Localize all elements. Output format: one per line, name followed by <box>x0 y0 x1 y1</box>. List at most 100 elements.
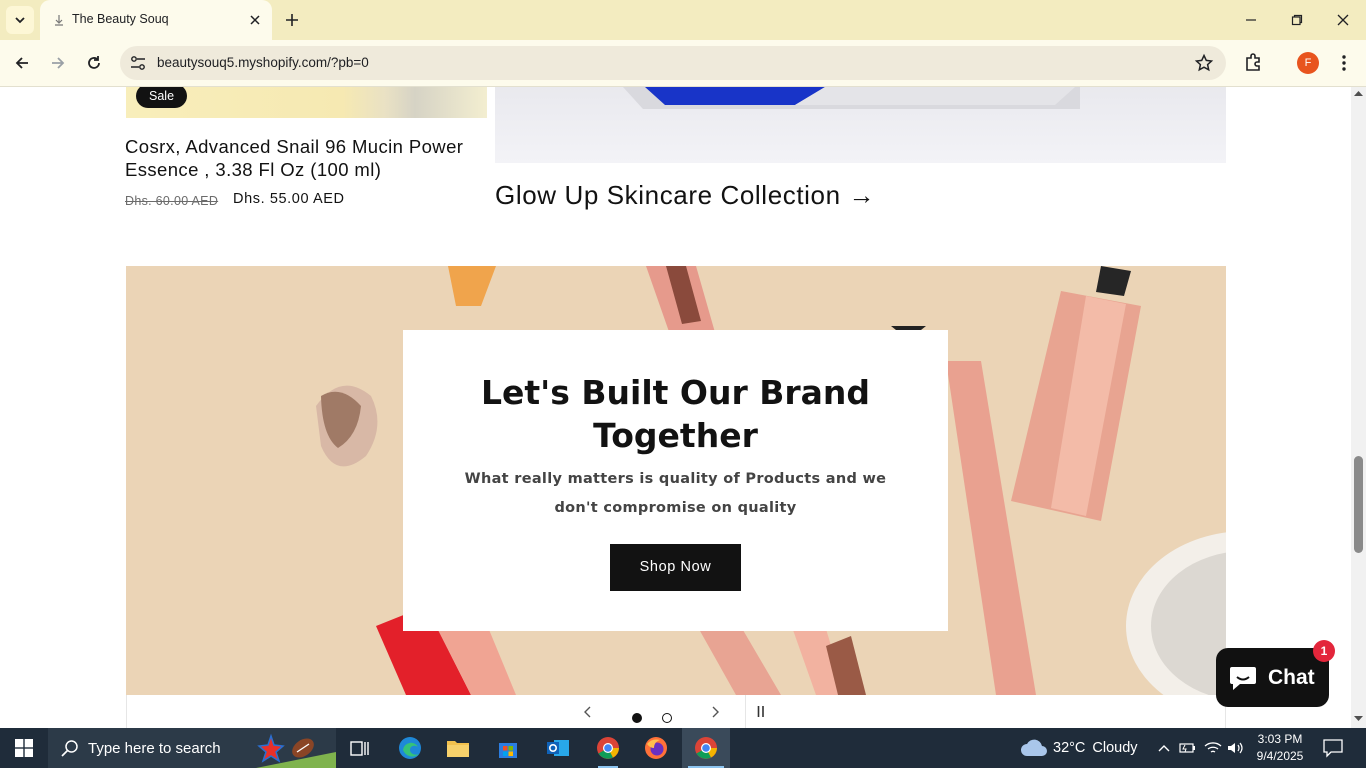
search-placeholder: Type here to search <box>88 740 221 757</box>
shop-now-button[interactable]: Shop Now <box>610 544 741 591</box>
chrome-icon <box>695 737 717 759</box>
page-favicon-icon <box>55 15 63 26</box>
windows-taskbar: Type here to search 32°C Cloudy 3:03 PM … <box>0 728 1366 768</box>
tab-close-button[interactable] <box>246 11 264 29</box>
restore-icon <box>1291 14 1303 26</box>
forward-button[interactable] <box>44 49 72 77</box>
previous-slide-button[interactable] <box>578 702 598 722</box>
volume-button[interactable] <box>1226 738 1246 758</box>
restore-button[interactable] <box>1274 0 1320 40</box>
browser-menu-button[interactable] <box>1334 52 1354 74</box>
battery-button[interactable] <box>1178 738 1198 758</box>
store-icon <box>499 743 517 758</box>
site-settings-icon[interactable] <box>129 54 147 72</box>
football-search-highlight-icon <box>256 733 336 768</box>
plus-icon <box>286 14 298 26</box>
close-window-button[interactable] <box>1320 0 1366 40</box>
browser-tab[interactable]: The Beauty Souq <box>40 0 272 40</box>
chevron-right-icon <box>712 706 719 718</box>
cloud-icon <box>1021 739 1047 756</box>
taskbar-chrome[interactable] <box>584 728 632 768</box>
pause-slideshow-button[interactable] <box>745 695 775 728</box>
task-view-button[interactable] <box>336 728 384 768</box>
page-viewport: Sale Cosrx, Advanced Snail 96 Mucin Powe… <box>0 87 1366 728</box>
tab-title: The Beauty Souq <box>72 12 169 26</box>
minimize-icon <box>1246 19 1256 21</box>
product-title[interactable]: Cosrx, Advanced Snail 96 Mucin Power Ess… <box>125 135 487 181</box>
new-tab-button[interactable] <box>282 10 302 30</box>
tab-strip: The Beauty Souq <box>0 0 1366 40</box>
taskbar-store[interactable] <box>484 728 532 768</box>
collection-link[interactable]: Glow Up Skincare Collection → <box>495 180 875 211</box>
speaker-icon <box>1228 742 1243 754</box>
slideshow-controls <box>126 695 1226 728</box>
taskbar-chrome-active[interactable] <box>682 728 730 768</box>
chevron-up-icon <box>1158 745 1170 752</box>
chat-unread-badge: 1 <box>1313 640 1335 662</box>
taskbar-firefox[interactable] <box>632 728 680 768</box>
task-view-icon <box>350 741 369 756</box>
banner-headline: Let's Built Our Brand Together <box>480 373 871 455</box>
wifi-icon <box>1204 742 1222 753</box>
taskbar-file-explorer[interactable] <box>434 728 482 768</box>
slide-dot-2[interactable] <box>662 713 672 723</box>
scrollbar-thumb[interactable] <box>1354 456 1363 553</box>
tab-search-button[interactable] <box>6 6 34 34</box>
clock-time: 3:03 PM <box>1257 732 1303 746</box>
next-slide-button[interactable] <box>705 702 725 722</box>
search-icon <box>61 740 78 757</box>
outlook-icon <box>547 740 569 756</box>
chevron-down-icon <box>15 17 25 24</box>
reload-button[interactable] <box>80 49 108 77</box>
banner-subtext: What really matters is quality of Produc… <box>464 471 887 516</box>
folder-icon <box>447 741 469 757</box>
address-bar[interactable]: beautysouq5.myshopify.com/?pb=0 <box>120 46 1226 80</box>
more-vertical-icon <box>1342 55 1346 71</box>
bookmark-star-icon[interactable] <box>1194 53 1214 73</box>
sale-badge: Sale <box>136 87 188 108</box>
chat-bubble-icon <box>1230 667 1256 690</box>
slide-dot-1[interactable] <box>632 713 642 723</box>
back-button[interactable] <box>8 49 36 77</box>
close-icon <box>250 15 260 25</box>
taskbar-outlook[interactable] <box>534 728 582 768</box>
weather-description: Cloudy <box>1092 740 1138 756</box>
taskbar-edge[interactable] <box>386 728 434 768</box>
arrow-right-icon <box>52 57 65 69</box>
sale-price: Dhs. 55.00 AED <box>233 191 345 207</box>
reload-icon <box>88 56 100 69</box>
chrome-icon <box>597 737 619 759</box>
hero-banner-slideshow: Let's Built Our Brand Together What real… <box>126 266 1226 695</box>
extensions-puzzle-icon[interactable] <box>1243 51 1265 73</box>
taskbar-clock[interactable]: 3:03 PM 9/4/2025 <box>1252 731 1308 765</box>
minimize-button[interactable] <box>1228 0 1274 40</box>
edge-icon <box>399 737 421 759</box>
windows-logo-icon <box>15 739 33 757</box>
banner-content-box: Let's Built Our Brand Together What real… <box>403 330 948 631</box>
weather-widget[interactable]: 32°C Cloudy <box>1020 728 1138 768</box>
firefox-icon <box>645 737 667 759</box>
product-box-illustration <box>623 87 1080 109</box>
taskbar-search-box[interactable]: Type here to search <box>48 728 336 768</box>
pause-icon <box>757 706 764 717</box>
scroll-up-arrow-icon[interactable] <box>1354 90 1363 97</box>
arrow-left-icon <box>15 57 28 69</box>
show-hidden-icons-button[interactable] <box>1154 738 1174 758</box>
close-icon <box>1337 14 1349 26</box>
notification-center-icon[interactable] <box>1322 738 1344 758</box>
chat-button[interactable]: Chat <box>1216 648 1329 707</box>
collection-image[interactable] <box>495 87 1226 163</box>
weather-temperature: 32°C <box>1053 740 1086 756</box>
regular-price: Dhs. 60.00 AED <box>125 194 219 208</box>
chevron-left-icon <box>584 706 591 718</box>
url-text: beautysouq5.myshopify.com/?pb=0 <box>157 55 369 70</box>
profile-avatar[interactable]: F <box>1297 52 1319 74</box>
browser-toolbar: beautysouq5.myshopify.com/?pb=0 <box>0 40 1366 87</box>
battery-icon <box>1179 743 1195 753</box>
scroll-down-arrow-icon[interactable] <box>1354 715 1363 722</box>
page-scrollbar[interactable] <box>1351 87 1366 728</box>
start-button[interactable] <box>0 728 48 768</box>
network-button[interactable] <box>1203 738 1223 758</box>
chat-label: Chat <box>1268 666 1315 689</box>
clock-date: 9/4/2025 <box>1256 749 1304 763</box>
